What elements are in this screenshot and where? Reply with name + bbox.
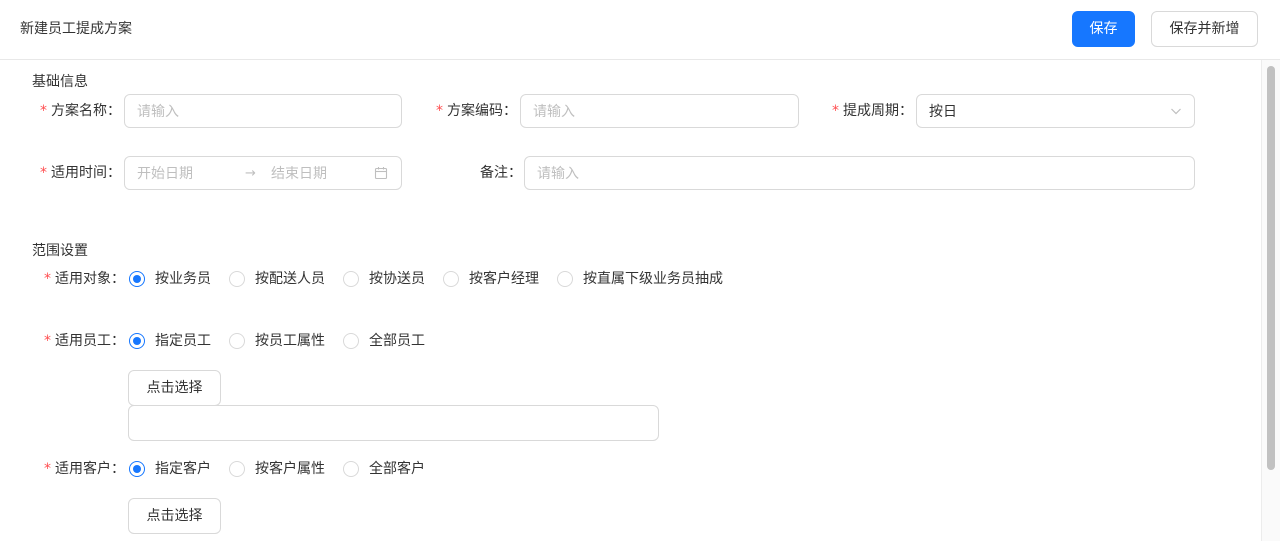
required-mark: * xyxy=(436,103,443,119)
plan-name-placeholder: 请输入 xyxy=(137,104,179,120)
save-button[interactable]: 保存 xyxy=(1072,11,1135,47)
remark-label: 备注： xyxy=(480,165,522,181)
radio-circle[interactable] xyxy=(343,461,359,477)
radio-circle[interactable] xyxy=(129,271,145,287)
radio-circle[interactable] xyxy=(343,333,359,349)
plan-code-input[interactable]: 请输入 xyxy=(520,94,799,128)
plan-name-label: * 方案名称： xyxy=(40,103,121,119)
commission-cycle-label: * 提成周期： xyxy=(832,103,913,119)
end-date-placeholder: 结束日期 xyxy=(271,166,327,182)
scope-section-title: 范围设置 xyxy=(32,243,88,259)
radio-all-customers[interactable]: 全部客户 xyxy=(343,459,425,479)
radio-specified-employee[interactable]: 指定员工 xyxy=(129,331,211,351)
apply-target-radio-group: 按业务员 按配送人员 按协送员 按客户经理 按直属下级业务员抽成 xyxy=(129,268,741,290)
start-date-placeholder: 开始日期 xyxy=(137,166,193,182)
radio-by-employee-attribute[interactable]: 按员工属性 xyxy=(229,331,325,351)
required-mark: * xyxy=(44,333,51,349)
page-title: 新建员工提成方案 xyxy=(20,21,132,37)
select-customer-button[interactable]: 点击选择 xyxy=(128,498,221,534)
radio-circle[interactable] xyxy=(129,333,145,349)
vertical-scrollbar[interactable] xyxy=(1261,60,1280,541)
plan-code-label: * 方案编码： xyxy=(436,103,517,119)
required-mark: * xyxy=(40,165,47,181)
basic-info-section-title: 基础信息 xyxy=(32,74,88,90)
calendar-icon xyxy=(374,166,388,184)
apply-employee-label: * 适用员工： xyxy=(44,333,125,349)
radio-circle[interactable] xyxy=(229,461,245,477)
radio-circle[interactable] xyxy=(443,271,459,287)
radio-all-employees[interactable]: 全部员工 xyxy=(343,331,425,351)
radio-by-salesman[interactable]: 按业务员 xyxy=(129,269,211,289)
radio-by-delivery[interactable]: 按配送人员 xyxy=(229,269,325,289)
required-mark: * xyxy=(40,103,47,119)
date-range-picker[interactable]: 开始日期 → 结束日期 xyxy=(124,156,402,190)
radio-circle[interactable] xyxy=(343,271,359,287)
required-mark: * xyxy=(832,103,839,119)
radio-circle[interactable] xyxy=(229,271,245,287)
radio-circle[interactable] xyxy=(129,461,145,477)
apply-customer-radio-group: 指定客户 按客户属性 全部客户 xyxy=(129,458,443,480)
plan-name-input[interactable]: 请输入 xyxy=(124,94,402,128)
apply-customer-label: * 适用客户： xyxy=(44,461,125,477)
required-mark: * xyxy=(44,461,51,477)
apply-employee-radio-group: 指定员工 按员工属性 全部员工 xyxy=(129,330,443,352)
remark-placeholder: 请输入 xyxy=(537,166,579,182)
radio-by-subordinate[interactable]: 按直属下级业务员抽成 xyxy=(557,269,723,289)
apply-period-label: * 适用时间： xyxy=(40,165,121,181)
selected-employees-box[interactable] xyxy=(128,405,659,441)
chevron-down-icon xyxy=(1170,105,1182,121)
select-employee-button[interactable]: 点击选择 xyxy=(128,370,221,406)
commission-cycle-value: 按日 xyxy=(929,104,957,120)
radio-by-assistant[interactable]: 按协送员 xyxy=(343,269,425,289)
page-header: 新建员工提成方案 保存 保存并新增 xyxy=(0,0,1280,60)
remark-input[interactable]: 请输入 xyxy=(524,156,1195,190)
plan-code-placeholder: 请输入 xyxy=(533,104,575,120)
apply-target-label: * 适用对象： xyxy=(44,271,125,287)
radio-by-account-manager[interactable]: 按客户经理 xyxy=(443,269,539,289)
required-mark: * xyxy=(44,271,51,287)
range-arrow-icon: → xyxy=(245,166,256,181)
radio-circle[interactable] xyxy=(557,271,573,287)
radio-circle[interactable] xyxy=(229,333,245,349)
radio-specified-customer[interactable]: 指定客户 xyxy=(129,459,211,479)
scrollbar-thumb[interactable] xyxy=(1267,66,1275,470)
commission-cycle-select[interactable]: 按日 xyxy=(916,94,1195,128)
save-and-add-button[interactable]: 保存并新增 xyxy=(1151,11,1258,47)
radio-by-customer-attribute[interactable]: 按客户属性 xyxy=(229,459,325,479)
